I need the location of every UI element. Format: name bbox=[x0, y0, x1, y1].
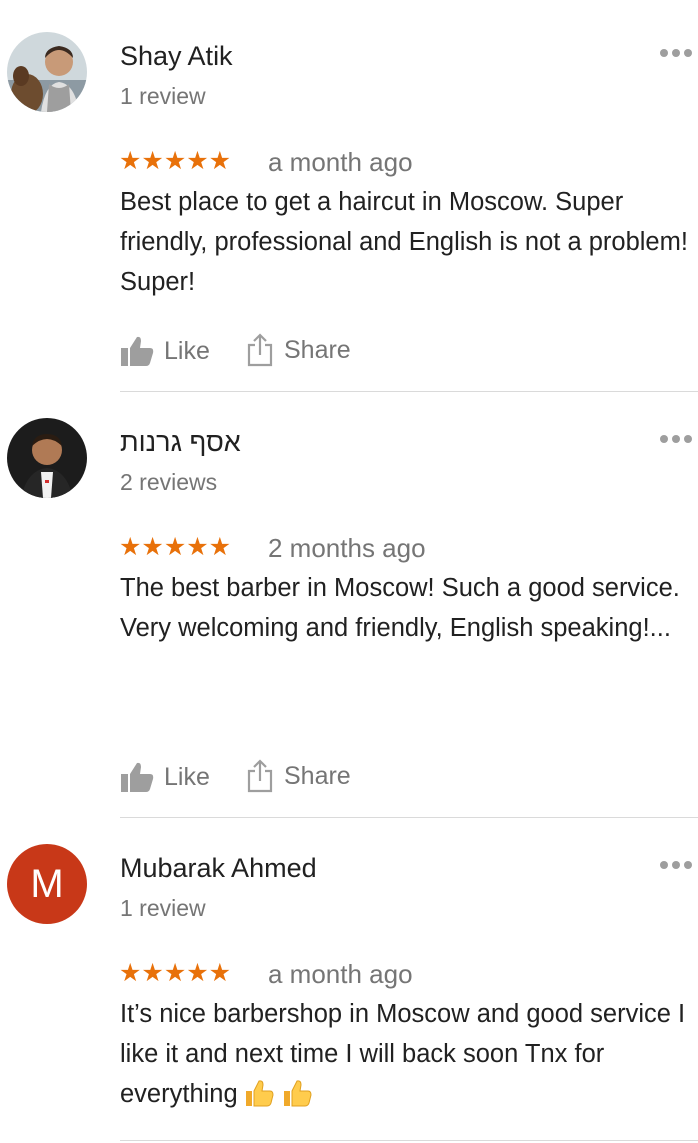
review-text-content: It’s nice barbershop in Moscow and good … bbox=[120, 1000, 686, 1108]
thumbs-up-icon bbox=[120, 335, 154, 367]
review-time: a month ago bbox=[268, 959, 413, 989]
star-rating: ★★★★★ bbox=[119, 959, 232, 987]
review-time: a month ago bbox=[268, 147, 413, 177]
more-options-icon[interactable] bbox=[660, 434, 694, 444]
review-time: 2 months ago bbox=[268, 533, 426, 563]
share-button[interactable]: Share bbox=[246, 333, 351, 367]
share-button[interactable]: Share bbox=[246, 759, 351, 793]
share-label: Share bbox=[284, 336, 351, 364]
review-text: The best barber in Moscow! Such a good s… bbox=[120, 574, 680, 642]
review-count[interactable]: 2 reviews bbox=[120, 469, 217, 495]
review-text: Best place to get a haircut in Moscow. S… bbox=[120, 188, 688, 296]
review-card: אסף גרנות 2 reviews ★★★★★ 2 months ago T… bbox=[0, 392, 698, 818]
review-card: Shay Atik 1 review ★★★★★ a month ago Bes… bbox=[0, 0, 698, 392]
like-label: Like bbox=[164, 337, 210, 365]
review-text: It’s nice barbershop in Moscow and good … bbox=[120, 994, 695, 1120]
like-label: Like bbox=[164, 763, 210, 791]
reviewer-name[interactable]: Mubarak Ahmed bbox=[120, 853, 317, 883]
review-card: M Mubarak Ahmed 1 review ★★★★★ a month a… bbox=[0, 818, 698, 1143]
more-options-icon[interactable] bbox=[660, 48, 694, 58]
review-count[interactable]: 1 review bbox=[120, 895, 206, 921]
thumbs-up-emoji bbox=[282, 1078, 312, 1120]
share-icon bbox=[246, 333, 274, 367]
more-options-icon[interactable] bbox=[660, 860, 694, 870]
review-count[interactable]: 1 review bbox=[120, 83, 206, 109]
avatar[interactable] bbox=[7, 418, 87, 498]
like-button[interactable]: Like bbox=[120, 761, 210, 793]
avatar[interactable] bbox=[7, 32, 87, 112]
star-rating: ★★★★★ bbox=[119, 147, 232, 175]
share-label: Share bbox=[284, 762, 351, 790]
divider bbox=[120, 1140, 698, 1141]
reviewer-name[interactable]: אסף גרנות bbox=[120, 427, 241, 457]
star-rating: ★★★★★ bbox=[119, 533, 232, 561]
thumbs-up-emoji bbox=[244, 1078, 274, 1120]
thumbs-up-icon bbox=[120, 761, 154, 793]
avatar[interactable]: M bbox=[7, 844, 87, 924]
share-icon bbox=[246, 759, 274, 793]
reviewer-name[interactable]: Shay Atik bbox=[120, 41, 233, 71]
like-button[interactable]: Like bbox=[120, 335, 210, 367]
